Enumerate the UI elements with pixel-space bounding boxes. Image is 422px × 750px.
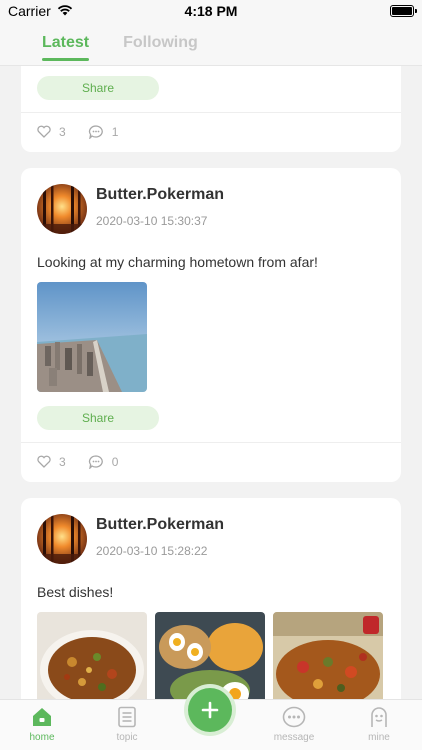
message-icon xyxy=(282,706,306,728)
share-button[interactable]: Share xyxy=(37,76,159,100)
like-count: 3 xyxy=(59,124,66,139)
avatar[interactable] xyxy=(37,514,87,564)
heart-icon xyxy=(37,125,51,138)
nav-mine[interactable]: mine xyxy=(349,706,409,743)
plus-icon xyxy=(201,701,219,719)
status-bar: Carrier 4:18 PM xyxy=(0,0,422,22)
post-image-food-1[interactable] xyxy=(37,612,147,699)
tab-latest[interactable]: Latest xyxy=(42,22,90,66)
feed-tabs: Latest Following xyxy=(0,22,422,66)
post-text: Looking at my charming hometown from afa… xyxy=(37,254,318,270)
post-card: Share 3 1 xyxy=(21,66,401,152)
nav-home[interactable]: home xyxy=(12,706,72,743)
comment-count: 0 xyxy=(111,454,119,469)
nav-mine-label: mine xyxy=(368,732,390,743)
wifi-icon xyxy=(57,3,73,19)
nav-home-label: home xyxy=(29,732,55,743)
home-icon xyxy=(33,708,51,726)
topic-icon xyxy=(118,706,136,728)
heart-icon xyxy=(37,455,51,468)
post-image-food-2[interactable] xyxy=(155,612,265,699)
add-post-button[interactable] xyxy=(188,688,232,732)
comment-count: 1 xyxy=(111,124,119,139)
battery-icon xyxy=(390,5,417,17)
like-count: 3 xyxy=(59,454,66,469)
nav-topic[interactable]: topic xyxy=(97,706,157,743)
username[interactable]: Butter.Pokerman xyxy=(96,186,224,204)
nav-topic-label: topic xyxy=(116,732,138,743)
post-timestamp: 2020-03-10 15:28:22 xyxy=(96,544,208,558)
status-time: 4:18 PM xyxy=(184,3,238,19)
post-actions: 3 1 xyxy=(21,112,401,150)
share-button[interactable]: Share xyxy=(37,406,159,430)
post-image-food-3[interactable] xyxy=(273,612,383,699)
nav-message[interactable]: message xyxy=(264,706,324,743)
comment-button[interactable]: 1 xyxy=(88,124,119,139)
post-text: Best dishes! xyxy=(37,584,114,600)
avatar[interactable] xyxy=(37,184,87,234)
comment-icon xyxy=(88,124,103,139)
status-left: Carrier xyxy=(8,3,73,19)
post-timestamp: 2020-03-10 15:30:37 xyxy=(96,214,208,228)
post-actions: 3 0 xyxy=(21,442,401,480)
like-button[interactable]: 3 xyxy=(37,455,66,469)
nav-message-label: message xyxy=(273,732,315,743)
post-image-city[interactable] xyxy=(37,282,147,392)
feed-list[interactable]: Share 3 1 Butter.Pokerman 2020-03-10 15:… xyxy=(0,66,422,699)
carrier-label: Carrier xyxy=(8,3,51,19)
mine-icon xyxy=(371,707,387,727)
username[interactable]: Butter.Pokerman xyxy=(96,516,224,534)
post-card: Butter.Pokerman 2020-03-10 15:28:22 Best… xyxy=(21,498,401,699)
comment-icon xyxy=(88,454,103,469)
post-card: Butter.Pokerman 2020-03-10 15:30:37 Look… xyxy=(21,168,401,482)
tab-following[interactable]: Following xyxy=(123,22,198,66)
comment-button[interactable]: 0 xyxy=(88,454,119,469)
like-button[interactable]: 3 xyxy=(37,125,66,139)
